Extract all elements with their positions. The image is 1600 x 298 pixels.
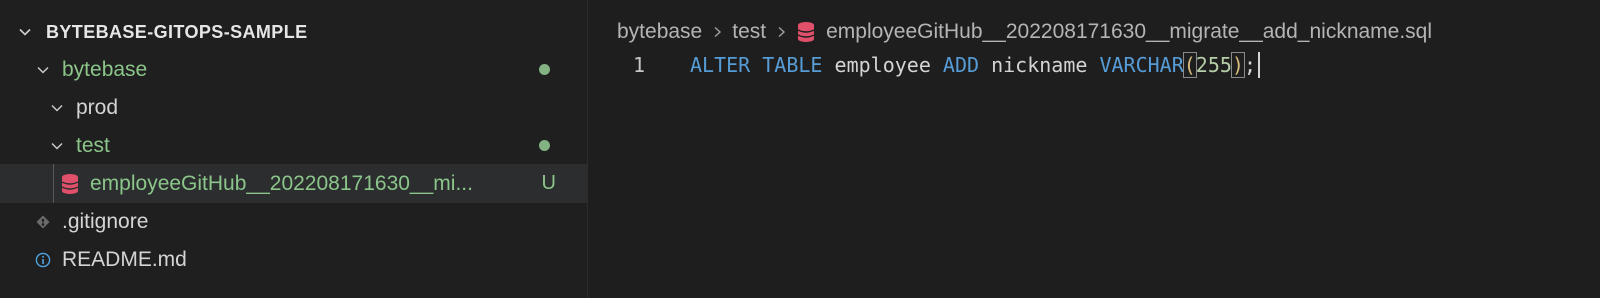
sql-keyword: ADD (942, 53, 980, 77)
tree-item-label: employeeGitHub__202208171630__mi... (90, 171, 473, 195)
modified-dot (539, 64, 550, 75)
chevron-right-icon (710, 25, 724, 39)
tree-file-readme[interactable]: README.md (0, 240, 588, 279)
sql-identifier: nickname (991, 53, 1088, 77)
sql-keyword: TABLE (762, 53, 823, 77)
code-content[interactable]: ALTER TABLE employee ADD nickname VARCHA… (690, 52, 1261, 78)
chevron-down-icon (46, 135, 68, 157)
tree-item-label: prod (76, 95, 119, 119)
indent-guide (53, 164, 54, 203)
info-icon (32, 249, 54, 271)
breadcrumb-item[interactable]: bytebase (617, 20, 702, 44)
editor-pane: bytebase test employeeGitHub__2022081716… (589, 0, 1600, 298)
sql-punctuation: ; (1243, 53, 1257, 77)
chevron-right-icon (774, 25, 788, 39)
bracket-match: ) (1230, 52, 1245, 78)
chevron-down-icon (14, 21, 36, 43)
breadcrumb-item[interactable]: employeeGitHub__202208171630__migrate__a… (826, 20, 1432, 44)
sql-number: 255 (1195, 53, 1232, 77)
code-line[interactable]: 1 ALTER TABLE employee ADD nickname VARC… (589, 50, 1600, 80)
tree-item-label: README.md (62, 247, 187, 271)
modified-dot (539, 140, 550, 151)
git-icon (32, 211, 54, 233)
tree-folder-bytebase[interactable]: bytebase (0, 50, 588, 89)
tree-item-label: test (76, 133, 110, 157)
database-icon (796, 21, 816, 43)
tree-item-label: .gitignore (62, 209, 149, 233)
breadcrumb: bytebase test employeeGitHub__2022081716… (617, 18, 1432, 46)
untracked-badge: U (541, 172, 556, 194)
tree-folder-test[interactable]: test (0, 126, 588, 165)
chevron-down-icon (46, 97, 68, 119)
explorer-sidebar: BYTEBASE-GITOPS-SAMPLE bytebase prod tes… (0, 0, 588, 298)
sql-identifier: employee (834, 53, 931, 77)
explorer-section-header[interactable]: BYTEBASE-GITOPS-SAMPLE (14, 18, 308, 46)
explorer-title: BYTEBASE-GITOPS-SAMPLE (46, 21, 308, 42)
tree-file-migration-sql[interactable]: employeeGitHub__202208171630__mi... U (0, 164, 588, 203)
sql-keyword: ALTER (690, 53, 751, 77)
bracket-match: ( (1182, 52, 1197, 78)
breadcrumb-item[interactable]: test (732, 20, 766, 44)
tree-file-gitignore[interactable]: .gitignore (0, 202, 588, 241)
line-number: 1 (632, 53, 645, 77)
sql-keyword: VARCHAR (1099, 53, 1184, 77)
text-cursor (1258, 52, 1261, 78)
database-icon (60, 173, 80, 195)
tree-item-label: bytebase (62, 57, 148, 81)
tree-folder-prod[interactable]: prod (0, 88, 588, 127)
chevron-down-icon (32, 59, 54, 81)
